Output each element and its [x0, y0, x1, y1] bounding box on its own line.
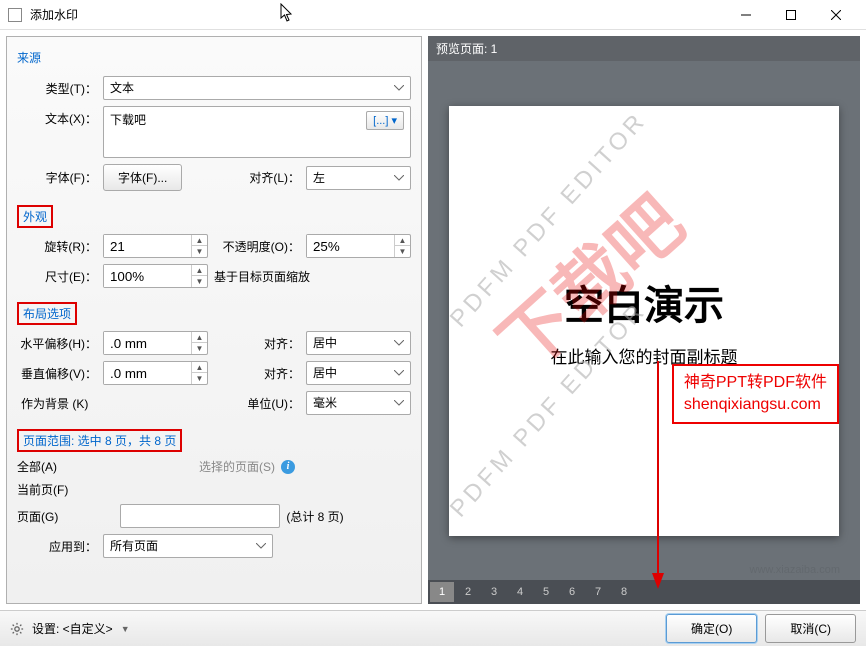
size-label: 尺寸(E)：	[17, 268, 97, 285]
align-label: 对齐(L)：	[240, 169, 300, 186]
page-nav-1[interactable]: 1	[430, 582, 454, 602]
unit-label: 单位(U)：	[240, 395, 300, 412]
close-button[interactable]	[813, 0, 858, 29]
titlebar: 添加水印	[0, 0, 866, 30]
spinner-up[interactable]: ▲	[192, 265, 207, 276]
spinner-down[interactable]: ▼	[192, 276, 207, 287]
section-layout: 布局选项	[17, 302, 77, 325]
page-nav-5[interactable]: 5	[534, 582, 558, 602]
page-nav-2[interactable]: 2	[456, 582, 480, 602]
spinner-up[interactable]: ▲	[192, 235, 207, 246]
maximize-button[interactable]	[768, 0, 813, 29]
page-nav-7[interactable]: 7	[586, 582, 610, 602]
unit-select[interactable]: 毫米	[306, 391, 411, 415]
range-selected[interactable]: 选择的页面(S)	[199, 458, 275, 475]
page-nav-6[interactable]: 6	[560, 582, 584, 602]
type-label: 类型(T)：	[17, 80, 97, 97]
settings-panel: 来源 类型(T)： 文本 文本(X)： 下载吧 [...] ▾ 字体(F)： 字…	[6, 36, 422, 604]
preview-body: PDFM PDF EDITOR PDFM PDF EDITOR 下载吧 空白演示…	[428, 61, 860, 580]
section-range: 页面范围: 选中 8 页，共 8 页	[17, 429, 182, 452]
font-button[interactable]: 字体(F)...	[103, 164, 182, 191]
ad-line1: 神奇PPT转PDF软件	[684, 372, 827, 394]
opacity-input[interactable]	[307, 235, 394, 257]
text-align-select[interactable]: 左	[306, 166, 411, 190]
spinner-down[interactable]: ▼	[192, 246, 207, 257]
page-nav-8[interactable]: 8	[612, 582, 636, 602]
valign-select[interactable]: 居中	[306, 361, 411, 385]
spinner-up[interactable]: ▲	[192, 332, 207, 343]
minimize-button[interactable]	[723, 0, 768, 29]
apply-select[interactable]: 所有页面	[103, 534, 273, 558]
preview-header: 预览页面: 1	[428, 36, 860, 61]
page-nav: 1 2 3 4 5 6 7 8	[428, 580, 860, 604]
spinner-down[interactable]: ▼	[192, 343, 207, 354]
hoffset-spinner[interactable]: ▲▼	[103, 331, 208, 355]
page-nav-3[interactable]: 3	[482, 582, 506, 602]
info-icon[interactable]: i	[281, 460, 295, 474]
spinner-down[interactable]: ▼	[192, 373, 207, 384]
halign-label: 对齐：	[240, 335, 300, 352]
faint-watermark: www.xiazaiba.com	[750, 564, 840, 576]
gear-icon[interactable]	[10, 622, 24, 636]
size-spinner[interactable]: ▲▼	[103, 264, 208, 288]
opacity-spinner[interactable]: ▲▼	[306, 234, 411, 258]
size-note: 基于目标页面缩放	[214, 268, 310, 285]
range-current[interactable]: 当前页(F)	[17, 481, 68, 498]
font-label: 字体(F)：	[17, 169, 97, 186]
app-icon	[8, 8, 22, 22]
text-input[interactable]: 下载吧 [...] ▾	[103, 106, 411, 158]
spinner-up[interactable]: ▲	[192, 362, 207, 373]
type-select[interactable]: 文本	[103, 76, 411, 100]
rotate-input[interactable]	[104, 235, 191, 257]
rotate-spinner[interactable]: ▲▼	[103, 234, 208, 258]
halign-select[interactable]: 居中	[306, 331, 411, 355]
ad-line2: shenqixiangsu.com	[684, 394, 827, 416]
pages-input[interactable]	[120, 504, 280, 528]
preview-panel: 预览页面: 1 PDFM PDF EDITOR PDFM PDF EDITOR …	[428, 36, 860, 604]
macro-button[interactable]: [...] ▾	[366, 111, 404, 130]
footer: 设置: <自定义> ▼ 确定(O) 取消(C)	[0, 610, 866, 646]
size-input[interactable]	[104, 265, 191, 287]
range-pages[interactable]: 页面(G)	[17, 508, 58, 525]
opacity-label: 不透明度(O)：	[223, 238, 300, 255]
spinner-up[interactable]: ▲	[395, 235, 410, 246]
range-all[interactable]: 全部(A)	[17, 458, 57, 475]
page-nav-4[interactable]: 4	[508, 582, 532, 602]
hoffset-label: 水平偏移(H)：	[17, 335, 97, 352]
hoffset-input[interactable]	[104, 332, 191, 354]
voffset-label: 垂直偏移(V)：	[17, 365, 97, 382]
valign-label: 对齐：	[240, 365, 300, 382]
ad-box: 神奇PPT转PDF软件 shenqixiangsu.com	[672, 364, 839, 425]
bg-label[interactable]: 作为背景 (K)	[21, 395, 88, 412]
text-label: 文本(X)：	[17, 106, 97, 127]
cancel-button[interactable]: 取消(C)	[765, 614, 856, 643]
section-source: 来源	[17, 45, 411, 70]
ok-button[interactable]: 确定(O)	[666, 614, 757, 643]
settings-label[interactable]: 设置: <自定义>	[32, 620, 113, 637]
window-title: 添加水印	[30, 6, 723, 23]
text-value: 下载吧	[110, 111, 146, 128]
apply-label: 应用到：	[17, 538, 97, 555]
voffset-input[interactable]	[104, 362, 191, 384]
voffset-spinner[interactable]: ▲▼	[103, 361, 208, 385]
rotate-label: 旋转(R)：	[17, 238, 97, 255]
total-pages: (总计 8 页)	[286, 508, 343, 525]
spinner-down[interactable]: ▼	[395, 246, 410, 257]
section-appearance: 外观	[17, 205, 53, 228]
preview-page: PDFM PDF EDITOR PDFM PDF EDITOR 下载吧 空白演示…	[449, 106, 839, 536]
